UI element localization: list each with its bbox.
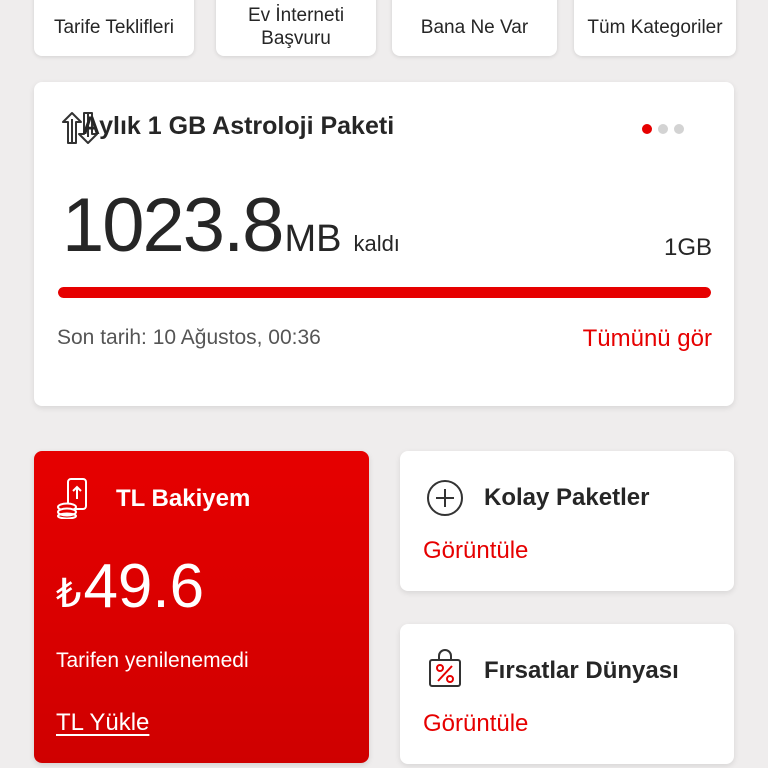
easy-packages-view-link[interactable]: Görüntüle bbox=[423, 537, 528, 565]
usage-progress-bar bbox=[58, 287, 711, 298]
opportunities-card[interactable]: Fırsatlar Dünyası Görüntüle bbox=[400, 624, 734, 764]
see-all-link[interactable]: Tümünü gör bbox=[583, 325, 712, 353]
tl-balance-card[interactable]: TL Bakiyem ₺ 49.6 Tarifen yenilenemedi T… bbox=[34, 451, 369, 763]
tl-balance-amount: ₺ 49.6 bbox=[56, 551, 204, 622]
easy-packages-title: Kolay Paketler bbox=[484, 484, 650, 511]
tl-load-link[interactable]: TL Yükle bbox=[56, 709, 149, 737]
opportunities-title: Fırsatlar Dünyası bbox=[484, 657, 679, 684]
balance-value: 49.6 bbox=[83, 552, 205, 621]
usage-progress-fill bbox=[58, 287, 711, 298]
shortcut-tarife-teklifleri[interactable]: Tarife Teklifleri bbox=[34, 0, 194, 56]
pager-dot[interactable] bbox=[674, 124, 684, 134]
pager-dots[interactable] bbox=[642, 124, 684, 134]
package-total: 1GB bbox=[663, 234, 712, 261]
shortcut-tum-kategoriler[interactable]: Tüm Kategoriler bbox=[574, 0, 736, 56]
package-title: Aylık 1 GB Astroloji Paketi bbox=[82, 112, 395, 140]
shortcut-label: Ev İnterneti Başvuru bbox=[247, 5, 345, 49]
pager-dot[interactable] bbox=[658, 124, 668, 134]
easy-packages-card[interactable]: Kolay Paketler Görüntüle bbox=[400, 451, 734, 591]
phone-coins-icon bbox=[57, 478, 87, 519]
opportunities-view-link[interactable]: Görüntüle bbox=[423, 710, 528, 738]
pager-dot[interactable] bbox=[642, 124, 652, 134]
shortcut-label: Bana Ne Var bbox=[420, 16, 529, 38]
tl-balance-title: TL Bakiyem bbox=[116, 485, 251, 512]
remaining-unit: MB bbox=[284, 218, 342, 260]
package-expiry: Son tarih: 10 Ağustos, 00:36 bbox=[57, 326, 321, 349]
discount-bag-icon bbox=[429, 649, 461, 687]
currency-symbol: ₺ bbox=[56, 572, 82, 616]
tariff-status: Tarifen yenilenemedi bbox=[56, 649, 249, 672]
shortcut-label: Tüm Kategoriler bbox=[587, 16, 723, 38]
remaining-value: 1023.8 bbox=[62, 183, 284, 268]
remaining-amount: 1023.8 MB kaldı bbox=[62, 186, 400, 266]
plus-circle-icon bbox=[427, 480, 463, 516]
shortcut-label: Tarife Teklifleri bbox=[53, 16, 175, 38]
remaining-suffix: kaldı bbox=[353, 231, 400, 256]
shortcut-ev-interneti[interactable]: Ev İnterneti Başvuru bbox=[216, 0, 376, 56]
shortcut-bana-ne-var[interactable]: Bana Ne Var bbox=[392, 0, 557, 56]
